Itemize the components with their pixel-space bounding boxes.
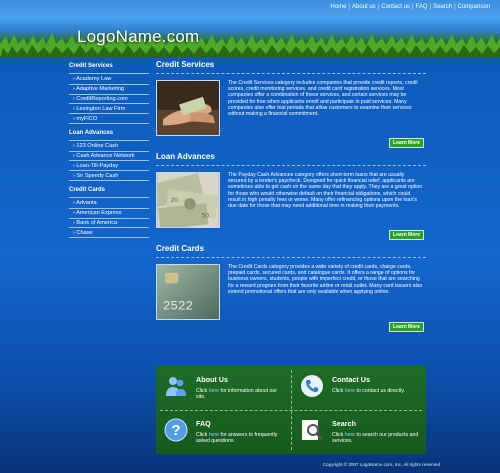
svg-text:?: ?: [171, 422, 180, 439]
learn-more-button[interactable]: Learn More: [389, 230, 424, 240]
contact-us-title[interactable]: Contact Us: [332, 375, 370, 384]
sidebar-item-creditreporting[interactable]: CreditReporting.com: [69, 95, 149, 105]
nav-about-link[interactable]: About us: [352, 4, 376, 10]
header: Home | About us | Contact us | FAQ | Search | Comp…: [0, 0, 500, 58]
faq-link[interactable]: here: [209, 432, 219, 438]
faq-title[interactable]: FAQ: [196, 419, 211, 428]
search-link[interactable]: here: [345, 432, 355, 438]
sidebar-item-loan-till-payday[interactable]: Loan-Till-Payday: [69, 161, 149, 172]
info-box: About Us Click here for information abou…: [156, 366, 426, 454]
section-credit-cards: Credit Cards 2522 The Credit Cards categ…: [156, 244, 426, 336]
nav-separator: |: [348, 4, 350, 10]
sidebar-group-loan-advances: Loan Advances 123 Online Cash Cash Advan…: [69, 130, 149, 182]
question-icon: ?: [164, 418, 188, 442]
sidebar-item-advanta[interactable]: Advanta: [69, 199, 149, 209]
sidebar-item-academy-law[interactable]: Academy Law: [69, 75, 149, 85]
copyright-footer: Copyright © 2007 LogoName.com, Inc. All …: [322, 462, 440, 467]
section-title: Credit Cards: [156, 244, 426, 258]
about-us-description: Click here for information about our sit…: [196, 388, 278, 401]
grass-banner: [0, 33, 500, 58]
nav-faq-link[interactable]: FAQ: [415, 4, 427, 10]
section-credit-services: Credit Services The Credit Services cate…: [156, 60, 426, 152]
sidebar-heading: Loan Advances: [69, 130, 149, 141]
contact-us-description: Click here to contact us directly.: [332, 388, 405, 394]
sidebar-item-american-express[interactable]: American Express: [69, 209, 149, 219]
main-content: Credit Services The Credit Services cate…: [156, 60, 426, 336]
credit-card-photo: 2522: [156, 264, 220, 320]
handshake-cash-photo: [156, 80, 220, 136]
dollar-bills-photo: 20 50: [156, 172, 220, 228]
nav-separator: |: [454, 4, 456, 10]
contact-us-link[interactable]: here: [345, 388, 355, 394]
section-title: Credit Services: [156, 60, 426, 74]
section-title: Loan Advances: [156, 152, 426, 166]
sidebar: Credit Services Academy Law Adaptive Mar…: [69, 63, 149, 244]
learn-more-button[interactable]: Learn More: [389, 322, 424, 332]
magnifier-icon: [302, 420, 323, 440]
sidebar-item-lexington-law[interactable]: Lexington Law Firm: [69, 104, 149, 115]
nav-separator: |: [411, 4, 414, 10]
site-logo[interactable]: LogoName.com: [77, 27, 199, 47]
sidebar-item-chase[interactable]: Chase: [69, 228, 149, 239]
search-description: Click here to search our products and se…: [332, 432, 419, 445]
learn-more-button[interactable]: Learn More: [389, 138, 424, 148]
sidebar-heading: Credit Cards: [69, 187, 149, 199]
nav-comparison-link[interactable]: Comparison: [458, 4, 490, 10]
sidebar-heading: Credit Services: [69, 63, 149, 74]
sidebar-group-credit-services: Credit Services Academy Law Adaptive Mar…: [69, 63, 149, 124]
sidebar-item-cash-advance-network[interactable]: Cash Advance Network: [69, 152, 149, 162]
section-description: The Credit Services category includes co…: [228, 80, 418, 118]
nav-contact-link[interactable]: Contact us: [381, 4, 410, 10]
nav-home-link[interactable]: Home: [330, 4, 346, 10]
about-us-link[interactable]: here: [209, 388, 219, 394]
nav-search-link[interactable]: Search: [433, 4, 452, 10]
contact-us-block: Contact Us Click here to contact us dire…: [292, 366, 425, 410]
nav-separator: |: [429, 4, 432, 10]
faq-description: Click here for answers to frequently ask…: [196, 432, 278, 445]
nav-separator: |: [377, 4, 380, 10]
svg-text:20: 20: [171, 197, 179, 204]
svg-text:50: 50: [202, 212, 210, 219]
users-icon: [166, 377, 186, 396]
section-loan-advances: Loan Advances 20 50 The Payday Cash Adva…: [156, 152, 426, 244]
search-block: Search Click here to search our products…: [292, 410, 425, 454]
faq-block: ? FAQ Click here for answers to frequent…: [156, 410, 289, 454]
sidebar-item-adaptive-marketing[interactable]: Adaptive Marketing: [69, 85, 149, 95]
sidebar-item-123-online-cash[interactable]: 123 Online Cash: [69, 142, 149, 152]
sidebar-item-myfico[interactable]: myFICO: [69, 114, 149, 124]
sidebar-item-sir-speedy-cash[interactable]: Sir Speedy Cash: [69, 171, 149, 182]
about-us-block: About Us Click here for information abou…: [156, 366, 289, 410]
sidebar-item-bank-of-america[interactable]: Bank of America: [69, 219, 149, 229]
search-title[interactable]: Search: [332, 419, 356, 428]
svg-text:2522: 2522: [163, 299, 193, 313]
phone-icon: [301, 375, 323, 397]
sidebar-group-credit-cards: Credit Cards Advanta American Express Ba…: [69, 187, 149, 239]
section-description: The Credit Cards category provides a wid…: [228, 264, 423, 295]
section-description: The Payday Cash Advances category offers…: [228, 172, 423, 210]
top-navigation: Home | About us | Contact us | FAQ | Search | Comp…: [330, 4, 490, 10]
about-us-title[interactable]: About Us: [196, 375, 228, 384]
